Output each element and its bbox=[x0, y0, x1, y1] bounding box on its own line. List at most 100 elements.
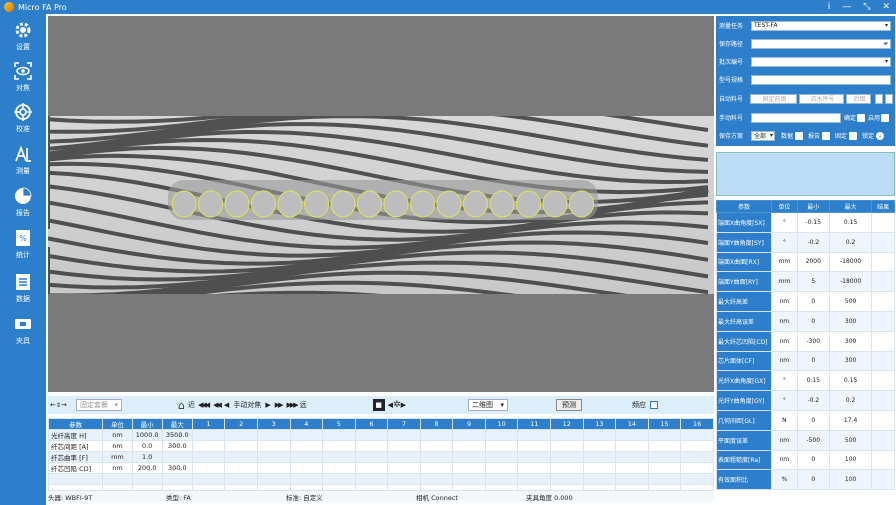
fiber-circle[interactable] bbox=[410, 190, 435, 218]
result-row[interactable]: 端面X曲角度[SX] ° -0.15 0.15 bbox=[716, 212, 895, 233]
fiber-circle[interactable] bbox=[330, 190, 356, 218]
sidebar-item-report[interactable]: 报告 bbox=[0, 186, 46, 222]
result-cell: 2000 bbox=[796, 251, 830, 273]
save-path-input[interactable]: ▰ bbox=[751, 38, 891, 49]
result-row[interactable]: 几何间距[GL] N 0 17.4 bbox=[716, 409, 895, 431]
close-button[interactable]: ✕ bbox=[882, 2, 890, 12]
fixture-combo[interactable]: 固定套餐 ▾ bbox=[76, 399, 122, 411]
fiber-circle[interactable] bbox=[436, 190, 462, 218]
result-row[interactable]: 表面粗糙度[Ra] nm 0 100 bbox=[716, 449, 895, 471]
sidebar-item-data[interactable]: 数据 bbox=[0, 272, 46, 308]
auto-plus-box[interactable] bbox=[885, 93, 893, 104]
table-cell bbox=[517, 440, 552, 452]
minimize-button[interactable]: — bbox=[842, 2, 851, 12]
fiber-circle[interactable] bbox=[198, 190, 223, 218]
brightness-up-icon[interactable]: ▶ bbox=[401, 401, 406, 409]
result-row[interactable]: 端面Y曲面[RY] mm 5 -18000 bbox=[716, 271, 895, 293]
serial-input[interactable]: 流水序号 bbox=[798, 93, 844, 104]
arrow-right-icon[interactable]: → bbox=[61, 401, 67, 409]
folder-icon[interactable]: ▰ bbox=[883, 40, 888, 47]
table-cell bbox=[615, 440, 649, 452]
fiber-circle[interactable] bbox=[251, 190, 276, 218]
restore-button[interactable]: ⤡ bbox=[863, 2, 870, 12]
sidebar-item-focus[interactable]: 对焦 bbox=[0, 61, 46, 97]
fiber-circle[interactable] bbox=[516, 190, 541, 218]
fiber-circle[interactable] bbox=[304, 190, 329, 218]
sun-icon[interactable]: ✲ bbox=[393, 400, 401, 410]
table-cell bbox=[354, 440, 389, 452]
column-header: 最小 bbox=[131, 418, 163, 430]
manual-code-input[interactable] bbox=[751, 112, 841, 123]
home-icon[interactable]: ⌂ bbox=[178, 399, 185, 412]
forward-icon[interactable]: ▶▶ bbox=[275, 401, 284, 409]
table-cell: 200.0 bbox=[131, 462, 163, 474]
table-row[interactable]: 纤芯间距 [A] nm 0.0 300.0 bbox=[47, 440, 714, 452]
result-row[interactable]: 光纤X曲角度[GX] ° 0.15 0.15 bbox=[716, 370, 895, 392]
sidebar-item-settings[interactable]: 设置 bbox=[0, 20, 46, 56]
sidebar-item-fixture[interactable]: 夹具 bbox=[0, 314, 46, 350]
measure-button[interactable]: 预测 bbox=[555, 399, 582, 411]
result-row[interactable]: 芯片面体[CF] nm 0 300 bbox=[716, 350, 895, 372]
table-cell bbox=[680, 429, 714, 441]
table-cell bbox=[322, 473, 356, 485]
fiber-circle[interactable] bbox=[277, 190, 303, 218]
report-checkbox[interactable] bbox=[822, 131, 831, 140]
camera-viewport[interactable] bbox=[48, 16, 714, 392]
table-row[interactable]: 光纤高度 H] nm 1000.0 3500.0 bbox=[47, 429, 714, 441]
light-icon[interactable]: ■ bbox=[372, 399, 385, 411]
table-cell bbox=[322, 462, 356, 474]
auto-minus-box[interactable] bbox=[875, 93, 884, 104]
step-back-icon[interactable]: ◀ bbox=[224, 401, 229, 409]
confirm-checkbox[interactable] bbox=[857, 113, 866, 122]
fiber-circle[interactable] bbox=[383, 190, 409, 218]
fixed-checkbox[interactable] bbox=[849, 131, 858, 140]
notes-area[interactable] bbox=[716, 152, 895, 196]
focus-eye-icon bbox=[13, 61, 33, 81]
info-button[interactable]: i bbox=[828, 2, 831, 12]
result-row[interactable]: 最大纤高误差 nm 0 300 bbox=[716, 310, 895, 332]
step-forward-icon[interactable]: ▶ bbox=[265, 401, 270, 409]
fiber-circle[interactable] bbox=[542, 190, 568, 218]
table-row[interactable]: 纤芯曲率 [F] mm 1.0 bbox=[47, 451, 714, 463]
result-row[interactable]: 光纤Y曲角度[GY] ° -0.2 0.2 bbox=[716, 390, 895, 411]
fiber-circle[interactable] bbox=[357, 190, 382, 218]
fiber-circle[interactable] bbox=[569, 190, 594, 218]
spec-row: 型号规格 bbox=[719, 74, 893, 85]
task-select[interactable]: TEST-FA ▾ bbox=[751, 20, 891, 31]
suffix-input[interactable]: 后缀 bbox=[845, 93, 872, 104]
batch-select[interactable]: ▾ bbox=[751, 56, 891, 67]
fiber-circle[interactable] bbox=[463, 190, 488, 218]
lock-checkbox[interactable]: ⌄ bbox=[876, 131, 885, 140]
result-row[interactable]: 端面Y曲角度[SY] ° -0.2 0.2 bbox=[716, 231, 895, 253]
table-row[interactable]: 纤芯凹陷 CD] nm 200.0 300.0 bbox=[47, 462, 714, 474]
fiber-circle[interactable] bbox=[224, 190, 250, 218]
sidebar-item-statistics[interactable]: % 统计 bbox=[0, 228, 46, 264]
result-row[interactable]: 端面X曲面[RX] mm 2000 -18000 bbox=[716, 251, 895, 273]
result-row[interactable]: 有效面积比% 0 100 bbox=[716, 469, 895, 491]
table-cell bbox=[289, 440, 324, 452]
step-arrows[interactable]: ← ⇕ → bbox=[50, 401, 76, 409]
table-row[interactable] bbox=[47, 473, 714, 485]
view-combo[interactable]: 二维图 ▾ bbox=[467, 399, 508, 411]
save-mode-select[interactable]: 全部 ▾ bbox=[751, 130, 775, 141]
table-cell bbox=[289, 451, 324, 463]
prefix-input[interactable]: 固定前缀 bbox=[750, 93, 797, 104]
spec-input[interactable] bbox=[751, 74, 891, 85]
result-row[interactable]: 最大纤芯凹陷[CD] nm -300 300 bbox=[716, 330, 895, 352]
data-checkbox[interactable] bbox=[795, 131, 804, 140]
fast-forward-icon[interactable]: ▶▶▶ bbox=[286, 401, 298, 409]
enable-checkbox[interactable] bbox=[881, 113, 890, 122]
sidebar-item-measure[interactable]: 测量 bbox=[0, 144, 46, 180]
sidebar-item-calibrate[interactable]: 校准 bbox=[0, 102, 46, 138]
fringe-checkbox[interactable] bbox=[649, 401, 658, 409]
fast-back-icon[interactable]: ◀◀◀ bbox=[198, 401, 210, 409]
result-row[interactable]: 最大纤高差 nm 0 500 bbox=[716, 291, 895, 312]
back-icon[interactable]: ◀◀ bbox=[213, 401, 222, 409]
result-row[interactable]: 平面度误差 nm -500 500 bbox=[716, 429, 895, 451]
result-cell bbox=[871, 370, 895, 392]
result-table: 参数 单位 最小 最大 结果 端面X曲角度[SX] ° -0.15 0.15 端面Y曲角度[SY… bbox=[716, 200, 895, 491]
fiber-circle[interactable] bbox=[171, 190, 197, 218]
fiber-circle[interactable] bbox=[489, 190, 515, 218]
chevron-down-icon: ▾ bbox=[500, 401, 504, 409]
table-cell: nm bbox=[102, 429, 133, 441]
